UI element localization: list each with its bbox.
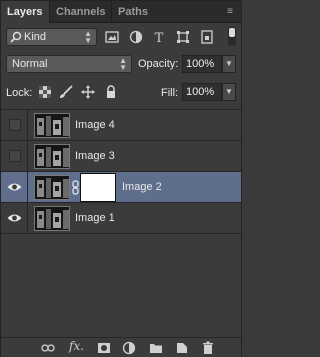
smart-object-filter-icon[interactable]: [200, 30, 214, 44]
fill-dropdown-button[interactable]: ▼: [222, 83, 236, 101]
lock-paint-icon[interactable]: [59, 85, 73, 99]
adjustment-layer-icon[interactable]: [122, 341, 136, 355]
chevron-updown-icon: ▲ ▼: [119, 56, 127, 72]
visibility-off-box: [9, 150, 21, 162]
link-layers-icon[interactable]: [41, 341, 55, 355]
adjustment-filter-icon[interactable]: [129, 30, 143, 44]
visibility-toggle[interactable]: [1, 110, 28, 141]
trash-icon[interactable]: [201, 341, 215, 355]
thumbnail-image: [35, 145, 69, 168]
thumbnail-image: [35, 176, 69, 199]
thumbnail-image: [35, 114, 69, 137]
layer-name: Image 4: [75, 119, 115, 131]
layer-thumbnail: [34, 206, 70, 231]
layer-row-selected[interactable]: Image 2: [1, 172, 241, 203]
blend-mode-value: Normal: [12, 58, 48, 70]
opacity-input[interactable]: 100%: [182, 55, 222, 73]
visibility-toggle[interactable]: [1, 172, 28, 203]
layer-thumbnail: [34, 175, 70, 200]
layer-thumbnail: [34, 113, 70, 138]
opacity-label: Opacity:: [138, 58, 179, 70]
tab-layers[interactable]: Layers: [1, 1, 49, 23]
layers-panel: Layers Channels Paths ≡ Kind ▲▼ T Norma: [0, 0, 242, 357]
eye-icon: [7, 183, 22, 191]
filter-toggle[interactable]: [228, 27, 236, 46]
layer-name: Image 1: [75, 212, 115, 224]
tab-paths[interactable]: Paths: [111, 1, 149, 23]
fill-input[interactable]: 100%: [182, 83, 222, 101]
chain-link-icon[interactable]: [71, 180, 80, 195]
layer-thumbnail: [34, 144, 70, 169]
layer-row[interactable]: Image 4: [1, 110, 241, 141]
pixel-filter-icon[interactable]: [105, 30, 119, 44]
layer-name: Image 3: [75, 150, 115, 162]
filter-kind-select[interactable]: Kind ▲ ▼: [6, 28, 97, 46]
layers-list: Image 4 Image 3 Image 2 Image 1: [1, 109, 241, 331]
new-layer-icon[interactable]: [175, 341, 189, 355]
filter-kind-label: Kind: [24, 31, 47, 43]
lock-transparent-icon[interactable]: [38, 85, 52, 99]
eye-icon: [7, 214, 22, 222]
layer-row[interactable]: Image 1: [1, 203, 241, 234]
bottom-toolbar: fx.: [1, 337, 241, 357]
svg-text:T: T: [155, 31, 164, 44]
layer-mask-thumbnail[interactable]: [80, 173, 116, 202]
chevron-updown-icon: ▲ ▼: [84, 29, 92, 45]
tab-bar: Layers Channels Paths ≡: [1, 1, 241, 23]
visibility-toggle[interactable]: [1, 203, 28, 234]
search-icon: [10, 31, 22, 43]
layer-name: Image 2: [122, 181, 162, 193]
type-filter-icon[interactable]: T: [152, 30, 166, 44]
fx-icon[interactable]: fx.: [69, 339, 84, 353]
lock-all-icon[interactable]: [104, 85, 118, 99]
lock-position-icon[interactable]: [81, 85, 95, 99]
shape-filter-icon[interactable]: [176, 30, 190, 44]
fill-label: Fill:: [161, 87, 179, 99]
blend-mode-select[interactable]: Normal ▲ ▼: [6, 55, 132, 73]
layer-row[interactable]: Image 3: [1, 141, 241, 172]
opacity-dropdown-button[interactable]: ▼: [222, 55, 236, 73]
tab-channels[interactable]: Channels: [49, 1, 111, 23]
lock-label: Lock:: [6, 87, 33, 99]
thumbnail-image: [35, 207, 69, 230]
visibility-toggle[interactable]: [1, 141, 28, 172]
visibility-off-box: [9, 119, 21, 131]
new-group-icon[interactable]: [149, 341, 163, 355]
add-mask-icon[interactable]: [97, 341, 111, 355]
panel-menu-icon[interactable]: ≡: [223, 6, 237, 18]
